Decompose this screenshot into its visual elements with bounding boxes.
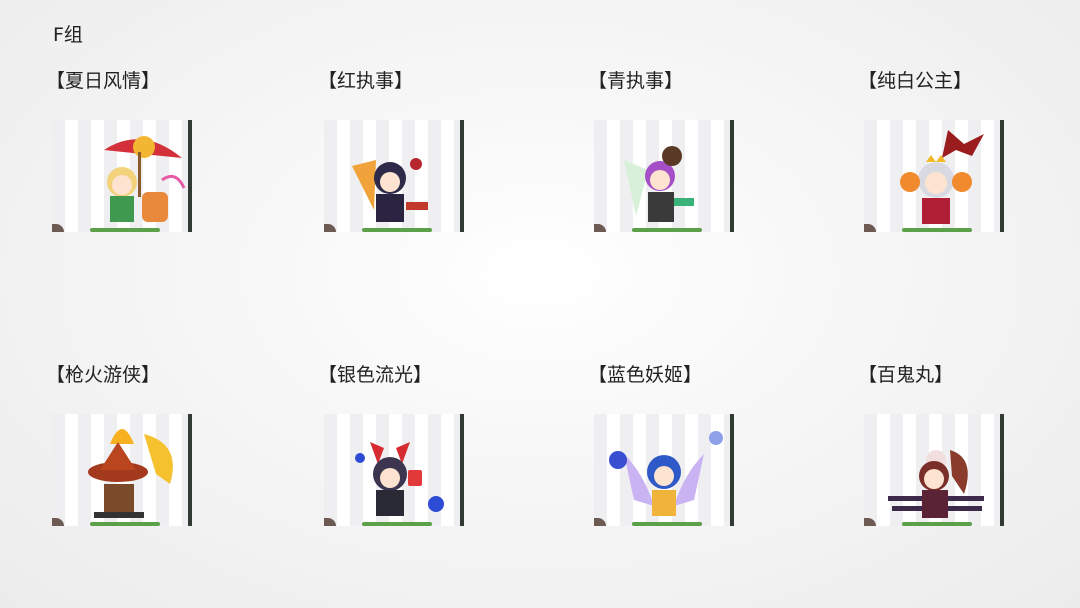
skin-name: 【蓝色妖姬】 bbox=[588, 364, 703, 386]
group-title: F组 bbox=[53, 24, 83, 46]
hyakkimaru-character-icon bbox=[864, 414, 1004, 526]
cyan-butler-character-icon bbox=[594, 120, 734, 232]
skin-name: 【枪火游侠】 bbox=[46, 364, 161, 386]
skin-card-summer[interactable]: 【夏日风情】 bbox=[46, 66, 276, 266]
skin-card-red-butler[interactable]: 【红执事】 bbox=[318, 66, 548, 266]
blue-enchantress-character-icon bbox=[594, 414, 734, 526]
silver-streak-character-icon bbox=[324, 414, 464, 526]
skin-card-hyakkimaru[interactable]: 【百鬼丸】 bbox=[858, 360, 1080, 560]
skin-name: 【红执事】 bbox=[318, 70, 414, 92]
skin-name: 【青执事】 bbox=[588, 70, 684, 92]
red-butler-character-icon bbox=[324, 120, 464, 232]
white-princess-character-icon bbox=[864, 120, 1004, 232]
skin-name: 【纯白公主】 bbox=[858, 70, 973, 92]
skin-card-cyan-butler[interactable]: 【青执事】 bbox=[588, 66, 818, 266]
skin-card-blue-enchantress[interactable]: 【蓝色妖姬】 bbox=[588, 360, 818, 560]
skin-card-silver-streak[interactable]: 【银色流光】 bbox=[318, 360, 548, 560]
gunfire-ranger-character-icon bbox=[52, 414, 192, 526]
summer-character-icon bbox=[52, 120, 192, 232]
skin-card-gunfire-ranger[interactable]: 【枪火游侠】 bbox=[46, 360, 276, 560]
skin-name: 【百鬼丸】 bbox=[858, 364, 954, 386]
skin-name: 【夏日风情】 bbox=[46, 70, 161, 92]
skin-name: 【银色流光】 bbox=[318, 364, 433, 386]
skin-card-white-princess[interactable]: 【纯白公主】 bbox=[858, 66, 1080, 266]
